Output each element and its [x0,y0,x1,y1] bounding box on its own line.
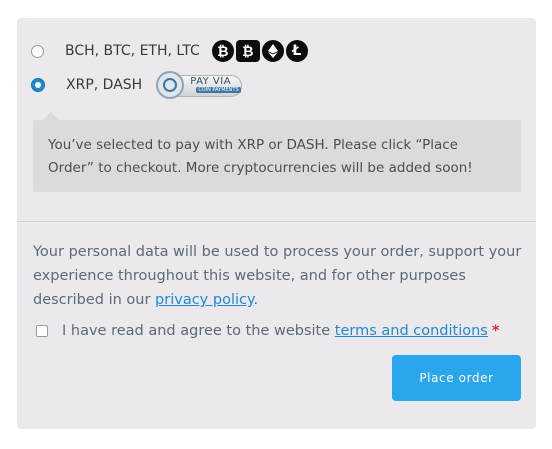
terms-checkbox[interactable] [36,325,48,337]
privacy-text: Your personal data will be used to proce… [33,244,522,308]
privacy-policy-link[interactable]: privacy policy [155,292,253,308]
coinpayments-logo: PAY VIA COIN PAYMENTS [156,70,244,100]
payment-method-crypto[interactable]: BCH, BTC, ETH, LTC ₿ ₿ Ł [31,36,308,66]
privacy-notice: Your personal data will be used to proce… [33,240,528,312]
payment-method-crypto-label[interactable]: BCH, BTC, ETH, LTC [65,43,200,59]
radio-crypto[interactable] [31,44,44,58]
place-order-button[interactable]: Place order [392,355,521,401]
crypto-icons: ₿ ₿ Ł [211,40,308,62]
terms-link[interactable]: terms and conditions [335,323,488,339]
privacy-suffix: . [253,292,259,308]
radio-xrp-dash[interactable] [31,78,45,92]
terms-row: I have read and agree to the website ter… [36,319,499,343]
bitcoin-icon: ₿ [235,40,260,62]
required-asterisk: * [491,323,500,339]
coinpayments-logo-line1: PAY VIA [190,76,232,87]
terms-text: I have read and agree to the website [62,323,331,339]
payment-panel: BCH, BTC, ETH, LTC ₿ ₿ Ł XRP, DASH PAY V… [17,18,536,429]
payment-notice-text: You’ve selected to pay with XRP or DASH.… [48,137,473,176]
payment-method-xrp-dash[interactable]: XRP, DASH PAY VIA COIN PAYMENTS [31,70,244,100]
litecoin-icon: Ł [285,40,308,62]
coinpayments-logo-line2: COIN PAYMENTS [196,87,241,93]
payment-notice-box: You’ve selected to pay with XRP or DASH.… [33,112,521,192]
divider [17,221,536,222]
ethereum-icon [261,40,284,62]
bitcoin-cash-icon: ₿ [211,40,234,62]
payment-method-xrp-dash-label[interactable]: XRP, DASH [66,77,142,93]
